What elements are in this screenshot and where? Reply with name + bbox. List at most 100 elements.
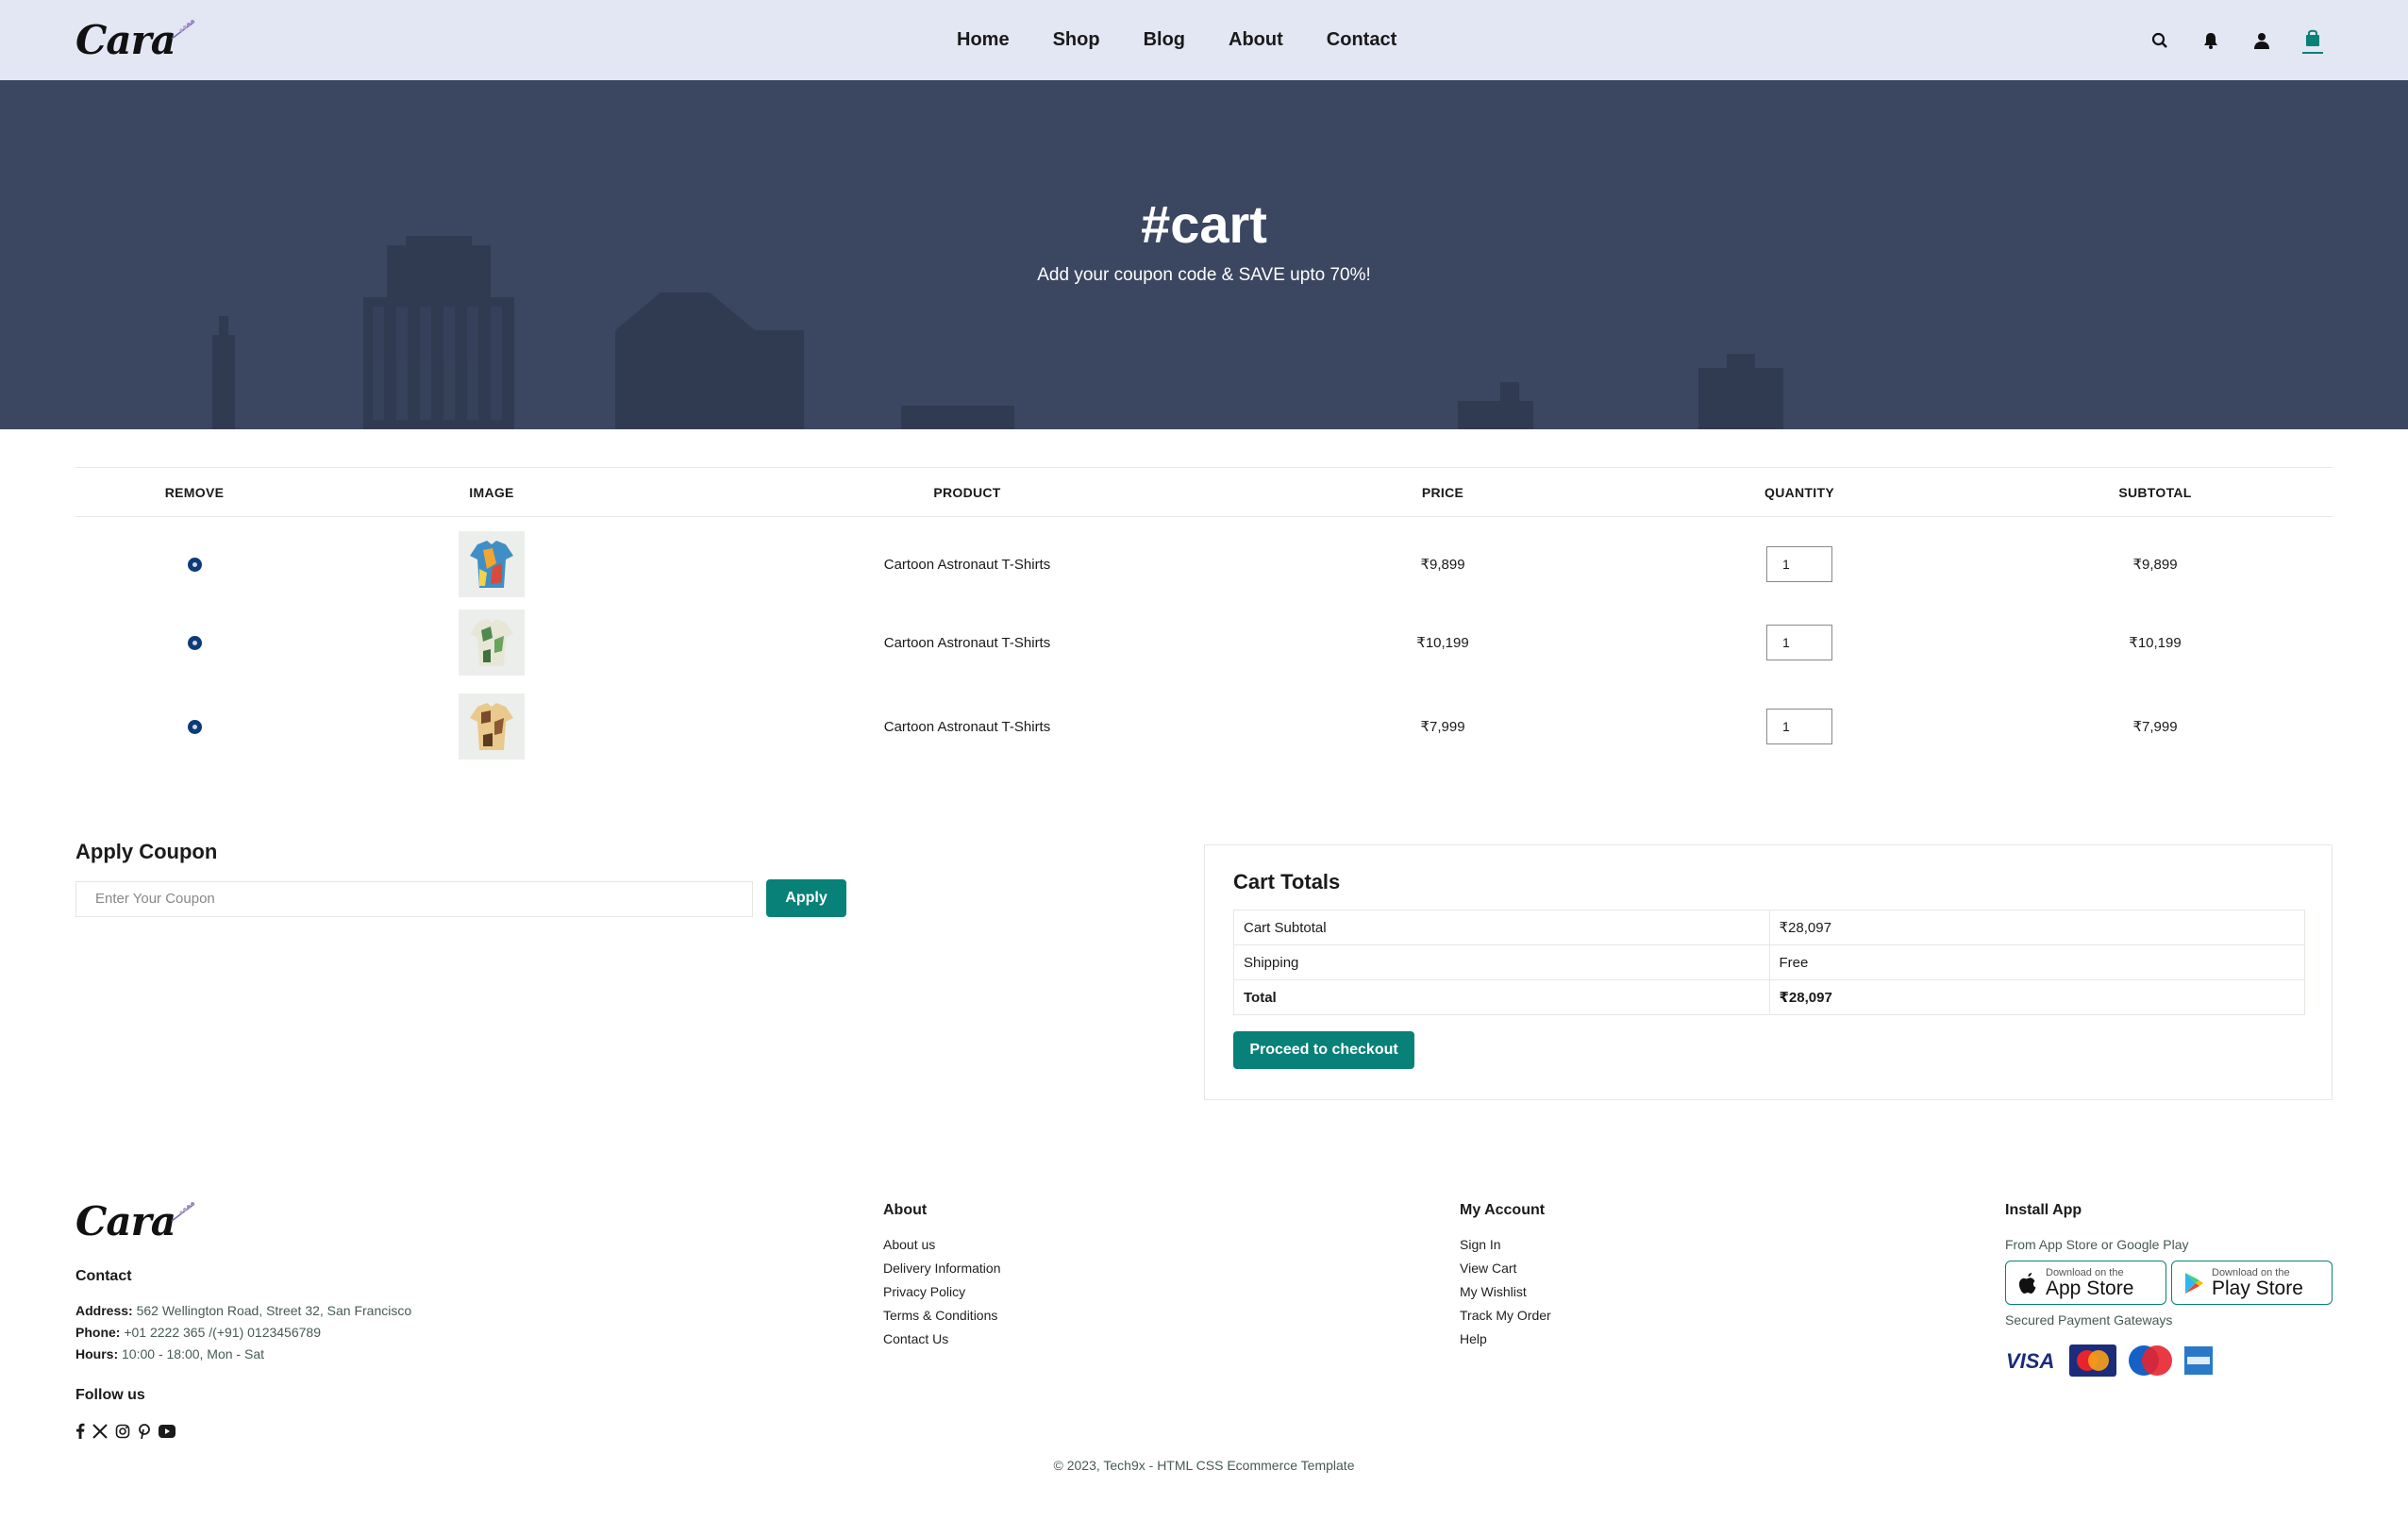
nav-about[interactable]: About	[1225, 24, 1287, 57]
product-name[interactable]: Cartoon Astronaut T-Shirts	[670, 685, 1264, 769]
amex-icon	[2184, 1346, 2213, 1375]
footer-address: Address: 562 Wellington Road, Street 32,…	[75, 1303, 411, 1318]
copyright: © 2023, Tech9x - HTML CSS Ecommerce Temp…	[1053, 1458, 1355, 1473]
phone-label: Phone:	[75, 1325, 121, 1340]
quantity-input[interactable]: 1	[1766, 546, 1832, 583]
checkout-button[interactable]: Proceed to checkout	[1233, 1031, 1414, 1069]
x-icon[interactable]	[92, 1423, 108, 1439]
user-icon[interactable]	[2251, 30, 2272, 51]
lavender-icon	[171, 1201, 195, 1222]
product-price: ₹7,999	[1420, 719, 1465, 735]
totals-label: Shipping	[1233, 944, 1770, 980]
play-store-button[interactable]: Download on the Play Store	[2171, 1261, 2333, 1305]
quantity-input[interactable]: 1	[1766, 625, 1832, 660]
product-subtotal: ₹9,899	[2132, 557, 2178, 574]
cart-totals: Cart Totals Cart Subtotal ₹28,097 Shippi…	[1204, 844, 2333, 1100]
footer-logo-text: Cara	[75, 1198, 176, 1244]
bell-icon[interactable]	[2200, 30, 2221, 51]
totals-value: ₹28,097	[1768, 910, 2305, 945]
product-thumbnail	[459, 531, 525, 598]
product-name[interactable]: Cartoon Astronaut T-Shirts	[670, 517, 1264, 601]
footer-link[interactable]: Sign In	[1460, 1237, 1551, 1253]
address-value: 562 Wellington Road, Street 32, San Fran…	[136, 1303, 412, 1318]
footer-link[interactable]: Delivery Information	[883, 1261, 1001, 1277]
footer-follow-heading: Follow us	[75, 1387, 145, 1403]
footer-link[interactable]: View Cart	[1460, 1261, 1551, 1277]
maestro-icon	[2129, 1345, 2172, 1376]
coupon-title: Apply Coupon	[75, 840, 218, 863]
apply-coupon-button[interactable]: Apply	[766, 879, 846, 917]
nav-contact[interactable]: Contact	[1323, 24, 1400, 57]
brand-logo[interactable]: Cara	[75, 13, 198, 66]
play-store-big-text: Play Store	[2212, 1277, 2303, 1299]
product-thumbnail	[459, 610, 525, 676]
footer-about-heading: About	[883, 1202, 928, 1218]
remove-item-icon[interactable]	[187, 636, 202, 651]
social-links	[75, 1423, 176, 1439]
column-header: REMOVE	[75, 467, 313, 517]
city-skyline-image	[212, 236, 1783, 429]
totals-row: Total ₹28,097	[1233, 979, 2305, 1015]
totals-table: Cart Subtotal ₹28,097 Shipping Free Tota…	[1233, 910, 2305, 1015]
product-subtotal: ₹7,999	[2132, 719, 2178, 735]
app-store-big-text: App Store	[2046, 1277, 2134, 1299]
footer-hours: Hours: 10:00 - 18:00, Mon - Sat	[75, 1346, 264, 1361]
nav-shop[interactable]: Shop	[1049, 24, 1104, 57]
remove-item-icon[interactable]	[187, 720, 202, 735]
quantity-input[interactable]: 1	[1766, 709, 1832, 744]
footer-link[interactable]: My Wishlist	[1460, 1284, 1551, 1300]
phone-value: +01 2222 365 /(+91) 0123456789	[124, 1325, 321, 1340]
footer-logo[interactable]: Cara	[75, 1198, 198, 1244]
product-name[interactable]: Cartoon Astronaut T-Shirts	[670, 601, 1264, 685]
footer-link[interactable]: Privacy Policy	[883, 1284, 1001, 1300]
footer-link[interactable]: About us	[883, 1237, 1001, 1253]
footer-about-links: About us Delivery Information Privacy Po…	[883, 1237, 1001, 1347]
cart-totals-title: Cart Totals	[1233, 870, 1341, 894]
visa-icon: VISA	[2006, 1349, 2054, 1372]
hours-value: 10:00 - 18:00, Mon - Sat	[122, 1346, 264, 1361]
table-row: Cartoon Astronaut T-Shirts ₹7,999 1 ₹7,9…	[75, 685, 2333, 769]
footer-link[interactable]: Track My Order	[1460, 1308, 1551, 1324]
pinterest-icon[interactable]	[138, 1423, 151, 1439]
youtube-icon[interactable]	[159, 1424, 176, 1438]
svg-text:VISA: VISA	[2006, 1349, 2054, 1372]
footer-account-heading: My Account	[1460, 1202, 1546, 1218]
app-store-small-text: Download on the	[2046, 1266, 2124, 1278]
footer-install-sub: From App Store or Google Play	[2005, 1237, 2189, 1252]
totals-value: Free	[1768, 944, 2305, 980]
shopping-bag-icon[interactable]	[2302, 27, 2323, 54]
mastercard-icon	[2069, 1345, 2116, 1377]
lavender-icon	[171, 20, 195, 40]
footer-contact-heading: Contact	[75, 1268, 132, 1284]
search-icon[interactable]	[2149, 30, 2170, 51]
nav-blog[interactable]: Blog	[1140, 24, 1189, 57]
totals-label: Cart Subtotal	[1233, 910, 1770, 945]
remove-item-icon[interactable]	[187, 558, 202, 573]
totals-row: Cart Subtotal ₹28,097	[1233, 910, 2305, 945]
table-row: Cartoon Astronaut T-Shirts ₹9,899 1 ₹9,8…	[75, 517, 2333, 601]
facebook-icon[interactable]	[75, 1423, 85, 1439]
site-header: Cara Home Shop Blog About Contact	[0, 0, 2408, 80]
footer-link[interactable]: Help	[1460, 1331, 1551, 1347]
cart-table-header: REMOVE IMAGE PRODUCT PRICE QUANTITY SUBT…	[75, 467, 2333, 517]
footer-account-links: Sign In View Cart My Wishlist Track My O…	[1460, 1237, 1551, 1347]
footer-link[interactable]: Terms & Conditions	[883, 1308, 1001, 1324]
column-header: PRODUCT	[670, 467, 1264, 517]
main-nav: Home Shop Blog About Contact	[953, 0, 1400, 80]
apple-icon	[2018, 1272, 2036, 1294]
payment-icons: VISA	[2005, 1345, 2213, 1377]
coupon-input[interactable]: Enter Your Coupon	[75, 881, 753, 917]
google-play-icon	[2185, 1272, 2203, 1294]
column-header: QUANTITY	[1621, 467, 1978, 517]
nav-home[interactable]: Home	[953, 24, 1013, 57]
app-store-button[interactable]: Download on the App Store	[2005, 1261, 2166, 1305]
instagram-icon[interactable]	[115, 1424, 130, 1439]
brand-logo-text: Cara	[75, 16, 176, 63]
totals-value: ₹28,097	[1768, 979, 2305, 1015]
footer-link[interactable]: Contact Us	[883, 1331, 1001, 1347]
totals-label: Total	[1233, 979, 1770, 1015]
address-label: Address:	[75, 1303, 133, 1318]
column-header: SUBTOTAL	[1978, 467, 2333, 517]
column-header: IMAGE	[313, 467, 670, 517]
product-subtotal: ₹10,199	[2129, 635, 2182, 651]
